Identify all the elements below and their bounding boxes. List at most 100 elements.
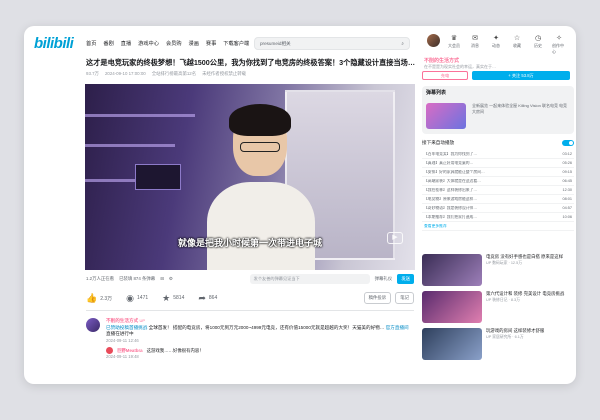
danmaku-count: 已装填 874 条弹幕 [119, 276, 156, 281]
nav-item-anime[interactable]: 番剧 [103, 40, 113, 47]
nav-item-shop[interactable]: 会员购 [166, 40, 182, 47]
browser-window: bilibili 首页 番剧 直播 游戏中心 会员购 漫画 赛事 下载客户端 p… [24, 26, 576, 384]
avatar[interactable] [427, 34, 440, 47]
search-input[interactable]: presumeid相关 ⌕ [254, 37, 410, 50]
rank-info[interactable]: 全站排行榜最高第12名 [152, 71, 196, 77]
card-thumbnail[interactable] [422, 254, 482, 286]
decor-shelf [85, 114, 195, 117]
avatar[interactable] [86, 318, 100, 332]
favorites-button[interactable]: ☆ 收藏 [510, 34, 524, 49]
list-item[interactable]: 【真理】真正好用电竞桌的… 05:26 [422, 159, 574, 168]
person-body [207, 182, 315, 270]
danmaku-input[interactable]: 发个友善的弹幕见证当下 [249, 274, 370, 284]
publish-time: 2024-09-10 17:00:00 [104, 71, 146, 76]
nav-item-home[interactable]: 首页 [86, 40, 96, 47]
card-sub: UP 数码玩家 · 12.5万 [486, 261, 523, 265]
logo[interactable]: bilibili [34, 35, 78, 52]
bulb-icon: ✧ [556, 35, 562, 42]
messages-button[interactable]: ✉ 消息 [468, 34, 482, 49]
coin-icon: ◉ [126, 292, 135, 303]
video-player[interactable]: 就像是把我小时候第一次带进电子城 ▶ [85, 84, 415, 270]
danmaku-toggle-icon[interactable]: ⊟ [160, 276, 164, 282]
ad-text[interactable]: 全新展览 一起来体验全屋 Killing Vision 联名电竞 电竞大房间 [472, 103, 570, 115]
history-button[interactable]: ◷ 历史 [531, 34, 545, 49]
nav-menu: 首页 番剧 直播 游戏中心 会员购 漫画 赛事 下载客户端 [86, 40, 249, 47]
copyright-note: 未经作者授权禁止转载 [202, 71, 247, 76]
more-link[interactable]: 查看更多推荐 [422, 222, 574, 231]
folder-icon: ☆ [513, 35, 521, 42]
reply-author[interactable]: 巨野Meatbra [117, 348, 143, 355]
reco-list: 【百年电竞奖】我为你找到了… 03:12 【真理】真正好用电竞桌的… 05:26 【… [422, 150, 574, 231]
person-glasses [240, 142, 280, 152]
reply-text: 这游戏我……好像很有内容！ [146, 347, 204, 353]
header-right: ♛ 大会员 ✉ 消息 ✦ 动态 ☆ 收藏 ◷ 历史 ✧ 创作中心 [427, 34, 566, 55]
share-icon: ➦ [198, 292, 206, 303]
video-card[interactable]: 玩游戏的房间 这样装修才舒服 UP 家居研究所 · 6.1万 [422, 328, 574, 362]
ad-thumbnail[interactable] [426, 103, 466, 129]
charge-button[interactable]: 充电 [422, 71, 468, 80]
search-icon[interactable]: ⌕ [401, 41, 404, 46]
video-card[interactable]: 第六代设计和 装修 完美设计 电竞房挑战 UP 装修日记 · 8.3万 [422, 291, 574, 325]
send-button[interactable]: 发送 [397, 274, 414, 284]
comment-link-prefix[interactable]: 已赞助投稿首播挑战 [106, 325, 147, 330]
nav-item-manga[interactable]: 漫画 [189, 40, 199, 47]
up-name[interactable]: 不削的生活方式 [424, 57, 459, 64]
follow-button[interactable]: + 关注 53.8万 [472, 71, 570, 80]
list-item[interactable]: 【我在桂林】这样装修出来了… 12:30 [422, 186, 574, 195]
comment-tail: 直播在进行中 [106, 331, 134, 337]
like-button[interactable]: 👍 2.3万 [86, 293, 112, 304]
danmaku-etiquette[interactable]: 弹幕礼仪 [375, 276, 393, 282]
comment-author[interactable]: 不削的生活方式 [106, 318, 138, 323]
clock-icon: ◷ [534, 35, 542, 42]
play-icon[interactable]: ▶ [387, 232, 403, 244]
nav-item-esports[interactable]: 赛事 [206, 40, 216, 47]
bell-icon: ✉ [472, 35, 478, 42]
nav-item-live[interactable]: 直播 [121, 40, 131, 47]
view-count: 93.7万 [86, 71, 99, 76]
comment-link[interactable]: 官方直播间 [386, 325, 409, 330]
nav-item-download[interactable]: 下载客户端 [223, 40, 249, 47]
creator-button[interactable]: ✧ 创作中心 [552, 34, 566, 55]
favorite-button[interactable]: ★ 5814 [162, 293, 184, 304]
dynamics-button[interactable]: ✦ 动态 [489, 34, 503, 49]
comment-text: 全球首发！ 搭配的电竞房，将1000元到万元2000~4999元电竞，还有价值1… [148, 324, 385, 330]
pinned-comment: 不削的生活方式 UP 已赞助投稿首播挑战 全球首发！ 搭配的电竞房，将1000元… [86, 318, 414, 361]
video-card[interactable]: 电竞房 没有好手感也是白搭 原来是这样 UP 数码玩家 · 12.5万 [422, 254, 574, 288]
list-item[interactable]: 【电竞物】原来游戏房能这样… 08:01 [422, 195, 574, 204]
list-item[interactable]: 【百年电竞奖】我为你找到了… 03:12 [422, 150, 574, 159]
danmaku-settings-icon[interactable]: ⚙ [169, 276, 173, 282]
list-item[interactable]: 【高端家装】大体就是在这边看… 06:45 [422, 177, 574, 186]
list-item[interactable]: 【安排】好的家具就能让整个房间… 09:15 [422, 168, 574, 177]
vip-button[interactable]: ♛ 大会员 [447, 34, 461, 49]
report-button[interactable]: 稿件投诉 [363, 292, 392, 304]
top-nav: bilibili 首页 番剧 直播 游戏中心 会员购 漫画 赛事 下载客户端 p… [24, 26, 576, 60]
video-title: 这才是电竞玩家的终极梦想！飞越1500公里，我为你找到了电竞房的终极答案！3个隐… [86, 58, 416, 67]
autoplay-header: 接下来自动播放 [422, 140, 574, 146]
autoplay-toggle[interactable] [562, 140, 574, 146]
nav-item-games[interactable]: 游戏中心 [138, 40, 159, 47]
reply-time: 2024-09-11 19:48 [106, 354, 139, 360]
up-description: 在不是是为现实社会的幸运，真实在于… [424, 64, 496, 69]
person-hair [229, 104, 291, 136]
divider [86, 310, 414, 311]
share-button[interactable]: ➦ 864 [198, 293, 217, 304]
card-thumbnail[interactable] [422, 328, 482, 360]
danmaku-list-title: 弹幕列表 [426, 90, 447, 96]
decor-monitor [135, 164, 181, 190]
coin-button[interactable]: ◉ 1471 [126, 293, 148, 304]
danmaku-bar: 1.2万人正在看 已装填 874 条弹幕 ⊟ ⚙ 发个友善的弹幕见证当下 弹幕礼… [86, 274, 414, 284]
search-placeholder: presumeid相关 [260, 40, 291, 46]
up-badge: UP [139, 318, 146, 323]
list-item[interactable]: 【奇妙物语】我是装修设计师… 04:57 [422, 204, 574, 213]
danmaku-list-panel[interactable]: 弹幕列表 全新展览 一起来体验全屋 Killing Vision 联名电竞 电竞… [422, 86, 574, 134]
card-thumbnail[interactable] [422, 291, 482, 323]
autoplay-title: 接下来自动播放 [422, 140, 455, 145]
avatar[interactable] [106, 347, 113, 355]
notes-button[interactable]: 笔记 [395, 292, 414, 304]
reco-cards: 电竞房 没有好手感也是白搭 原来是这样 UP 数码玩家 · 12.5万 第六代设计… [422, 254, 574, 365]
follow-row: 充电 + 关注 53.8万 [422, 71, 570, 80]
like-icon: 👍 [86, 292, 98, 303]
list-item[interactable]: 【本期推荐】我们把家打造成… 10:06 [422, 213, 574, 222]
video-meta: 93.7万 2024-09-10 17:00:00 全站排行榜最高第12名 未经… [86, 71, 246, 77]
comment-reply: 巨野Meatbra 这游戏我……好像很有内容！ [106, 347, 414, 355]
